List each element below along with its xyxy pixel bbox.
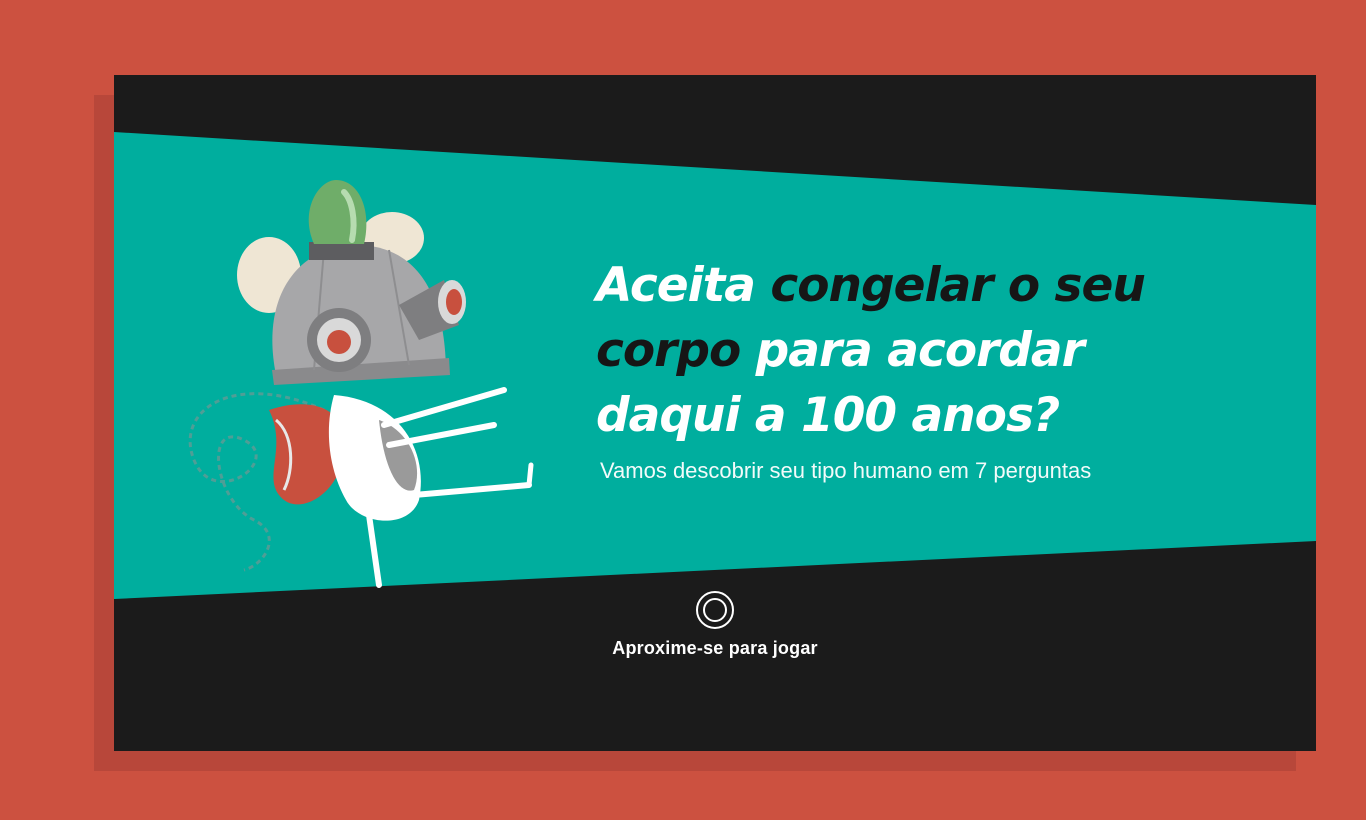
kiosk-screen: Aceita congelar o seu corpo para acordar… <box>114 75 1316 751</box>
approach-to-play-prompt[interactable]: Aproxime-se para jogar <box>554 590 876 659</box>
target-circle-icon <box>696 591 734 629</box>
headline-part-1: Aceita <box>596 258 771 313</box>
headline-question: Aceita congelar o seu corpo para acordar… <box>596 253 1236 448</box>
subtitle: Vamos descobrir seu tipo humano em 7 per… <box>600 458 1092 483</box>
cta-label: Aproxime-se para jogar <box>612 638 818 658</box>
cryo-mouse-mascot-icon <box>188 180 534 588</box>
